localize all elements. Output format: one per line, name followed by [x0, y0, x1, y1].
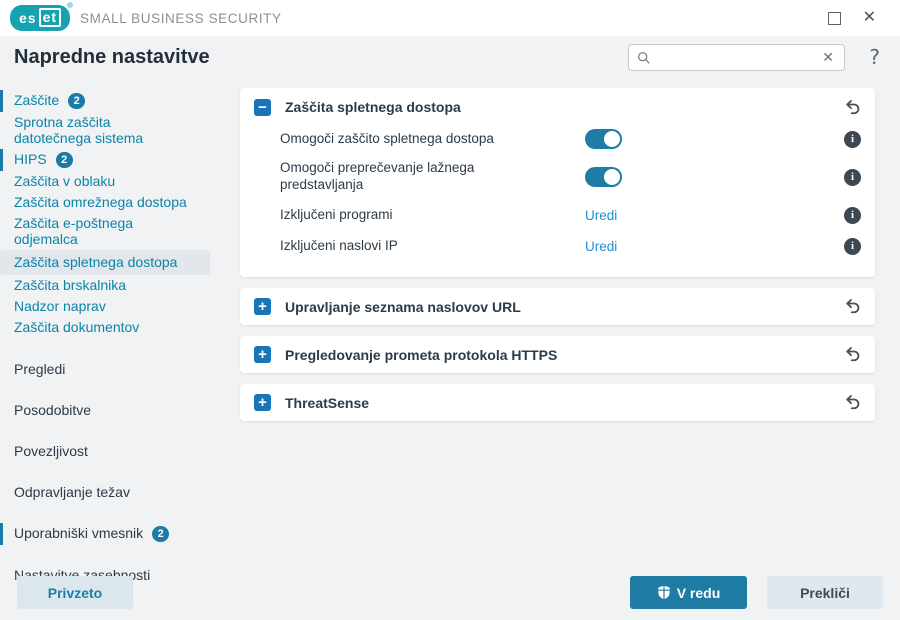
eset-logo: es et	[10, 2, 74, 31]
setting-row-omogoci-zascito: Omogoči zaščito spletnega dostopa	[280, 126, 861, 152]
section-title: Zaščita spletnega dostopa	[285, 99, 461, 115]
default-button[interactable]: Privzeto	[17, 576, 133, 609]
sidebar-item-zascita-dokumentov[interactable]: Zaščita dokumentov	[0, 317, 230, 338]
sidebar-item-label: Zaščita omrežnega dostopa	[14, 194, 187, 210]
section-zascita-spletnega-dostopa: − Zaščita spletnega dostopa Omogoči zašč…	[240, 88, 875, 277]
sidebar-item-label: Zaščita spletnega dostopa	[14, 254, 178, 270]
revert-icon[interactable]	[843, 98, 861, 116]
section-header: + Upravljanje seznama naslovov URL	[240, 288, 875, 325]
sidebar: Zaščite 2 Sprotna zaščita datotečnega sis…	[0, 90, 230, 586]
sidebar-item-zascita-brskalnika[interactable]: Zaščita brskalnika	[0, 275, 230, 296]
sidebar-item-uporabniski-vmesnik[interactable]: Uporabniški vmesnik 2	[0, 523, 230, 545]
sidebar-item-label: Nadzor naprav	[14, 298, 106, 314]
default-button-label: Privzeto	[47, 584, 103, 601]
setting-label: Izključeni naslovi IP	[280, 237, 398, 253]
sidebar-item-nadzor-naprav[interactable]: Nadzor naprav	[0, 296, 230, 317]
sidebar-item-label: Zaščita dokumentov	[14, 319, 140, 335]
toggle-on[interactable]	[585, 129, 622, 149]
section-header: + ThreatSense	[240, 384, 875, 421]
section-pregledovanje-https: + Pregledovanje prometa protokola HTTPS	[240, 336, 875, 373]
info-icon[interactable]	[844, 168, 861, 186]
section-upravljanje-url: + Upravljanje seznama naslovov URL	[240, 288, 875, 325]
revert-icon[interactable]	[843, 346, 861, 364]
section-title: ThreatSense	[285, 394, 370, 411]
setting-label: Omogoči zaščito spletnega dostopa	[280, 130, 494, 146]
attention-badge: 2	[68, 93, 86, 109]
sidebar-item-hips[interactable]: HIPS 2	[0, 149, 230, 171]
registered-mark-dot	[67, 2, 74, 8]
sidebar-item-zascite[interactable]: Zaščite 2	[0, 90, 230, 112]
toggle-on[interactable]	[585, 167, 622, 187]
attention-badge: 2	[152, 526, 170, 542]
setting-label: Izključeni programi	[280, 206, 393, 222]
page-title: Napredne nastavitve	[14, 46, 210, 68]
search-box[interactable]: ✕	[628, 44, 845, 71]
section-title: Pregledovanje prometa protokola HTTPS	[285, 346, 558, 363]
setting-row-izkljuceni-naslovi-ip: Izključeni naslovi IP Uredi	[280, 233, 861, 259]
sidebar-item-label: Zaščita v oblaku	[14, 173, 116, 189]
ok-button-label: V redu	[676, 584, 721, 601]
section-threatsense: + ThreatSense	[240, 384, 875, 421]
sidebar-item-sprotna-zascita[interactable]: Sprotna zaščita datotečnega sistema	[0, 112, 230, 149]
info-icon[interactable]	[844, 237, 861, 255]
setting-row-preprecevanje-laznega: Omogoči preprečevanje lažnega predstavlj…	[280, 157, 861, 197]
cancel-button-label: Prekliči	[800, 584, 850, 601]
eset-logo-boxed-text: et	[38, 8, 62, 27]
ok-button[interactable]: V redu	[630, 576, 747, 609]
sidebar-item-posodobitve[interactable]: Posodobitve	[0, 400, 230, 421]
sidebar-item-label: Zaščita e-poštnega odjemalca	[14, 215, 134, 247]
titlebar: es et SMALL BUSINESS SECURITY ✕	[0, 0, 900, 36]
section-header: + Pregledovanje prometa protokola HTTPS	[240, 336, 875, 373]
info-icon[interactable]	[844, 130, 861, 148]
search-icon	[638, 51, 650, 64]
toggle-knob	[604, 169, 620, 185]
product-name: SMALL BUSINESS SECURITY	[80, 10, 282, 26]
settings-content: − Zaščita spletnega dostopa Omogoči zašč…	[240, 88, 875, 432]
expand-icon[interactable]: +	[254, 394, 271, 411]
edit-link[interactable]: Uredi	[585, 208, 617, 223]
revert-icon[interactable]	[843, 394, 861, 412]
sidebar-item-label: Povezljivost	[14, 443, 88, 459]
setting-label: Omogoči preprečevanje lažnega predstavlj…	[280, 160, 475, 192]
sidebar-item-label: Sprotna zaščita datotečnega sistema	[14, 114, 144, 146]
section-header: − Zaščita spletnega dostopa	[240, 88, 875, 126]
setting-row-izkljuceni-programi: Izključeni programi Uredi	[280, 202, 861, 228]
sidebar-item-povezljivost[interactable]: Povezljivost	[0, 441, 230, 462]
search-input[interactable]	[657, 50, 821, 65]
section-body: Omogoči zaščito spletnega dostopa Omogoč…	[240, 126, 875, 277]
collapse-icon[interactable]: −	[254, 98, 271, 116]
sidebar-item-zascita-epostnega-odjemalca[interactable]: Zaščita e-poštnega odjemalca	[0, 213, 230, 250]
sidebar-item-odpravljanje-tezav[interactable]: Odpravljanje težav	[0, 482, 230, 503]
sidebar-item-label: Odpravljanje težav	[14, 484, 130, 500]
cancel-button[interactable]: Prekliči	[767, 576, 883, 609]
edit-link[interactable]: Uredi	[585, 239, 617, 254]
sidebar-item-zascita-spletnega-dostopa[interactable]: Zaščita spletnega dostopa	[0, 250, 210, 275]
sidebar-item-label: Posodobitve	[14, 402, 92, 418]
help-icon[interactable]: ?	[869, 45, 880, 69]
sidebar-item-label: HIPS	[14, 151, 47, 167]
sidebar-item-label: Zaščita brskalnika	[14, 277, 127, 293]
expand-icon[interactable]: +	[254, 346, 271, 363]
attention-badge: 2	[55, 152, 73, 168]
section-title: Upravljanje seznama naslovov URL	[285, 298, 521, 315]
sidebar-item-label: Uporabniški vmesnik	[14, 525, 144, 541]
revert-icon[interactable]	[843, 298, 861, 316]
search-clear-icon[interactable]: ✕	[820, 49, 836, 66]
sidebar-item-zascita-v-oblaku[interactable]: Zaščita v oblaku	[0, 171, 230, 192]
app-window: es et SMALL BUSINESS SECURITY ✕ Napredne …	[0, 0, 900, 620]
window-controls: ✕	[827, 10, 900, 26]
eset-logo-text: es	[19, 9, 37, 26]
sidebar-item-label: Zaščite	[14, 92, 60, 108]
expand-icon[interactable]: +	[254, 298, 271, 315]
sidebar-item-label: Pregledi	[14, 361, 66, 377]
maximize-icon[interactable]	[827, 11, 841, 25]
sidebar-item-zascita-omreznega-dostopa[interactable]: Zaščita omrežnega dostopa	[0, 192, 230, 213]
uac-shield-icon	[658, 585, 670, 600]
close-icon[interactable]: ✕	[863, 10, 876, 26]
info-icon[interactable]	[844, 206, 861, 224]
sidebar-item-pregledi[interactable]: Pregledi	[0, 359, 230, 380]
toggle-knob	[604, 131, 620, 147]
